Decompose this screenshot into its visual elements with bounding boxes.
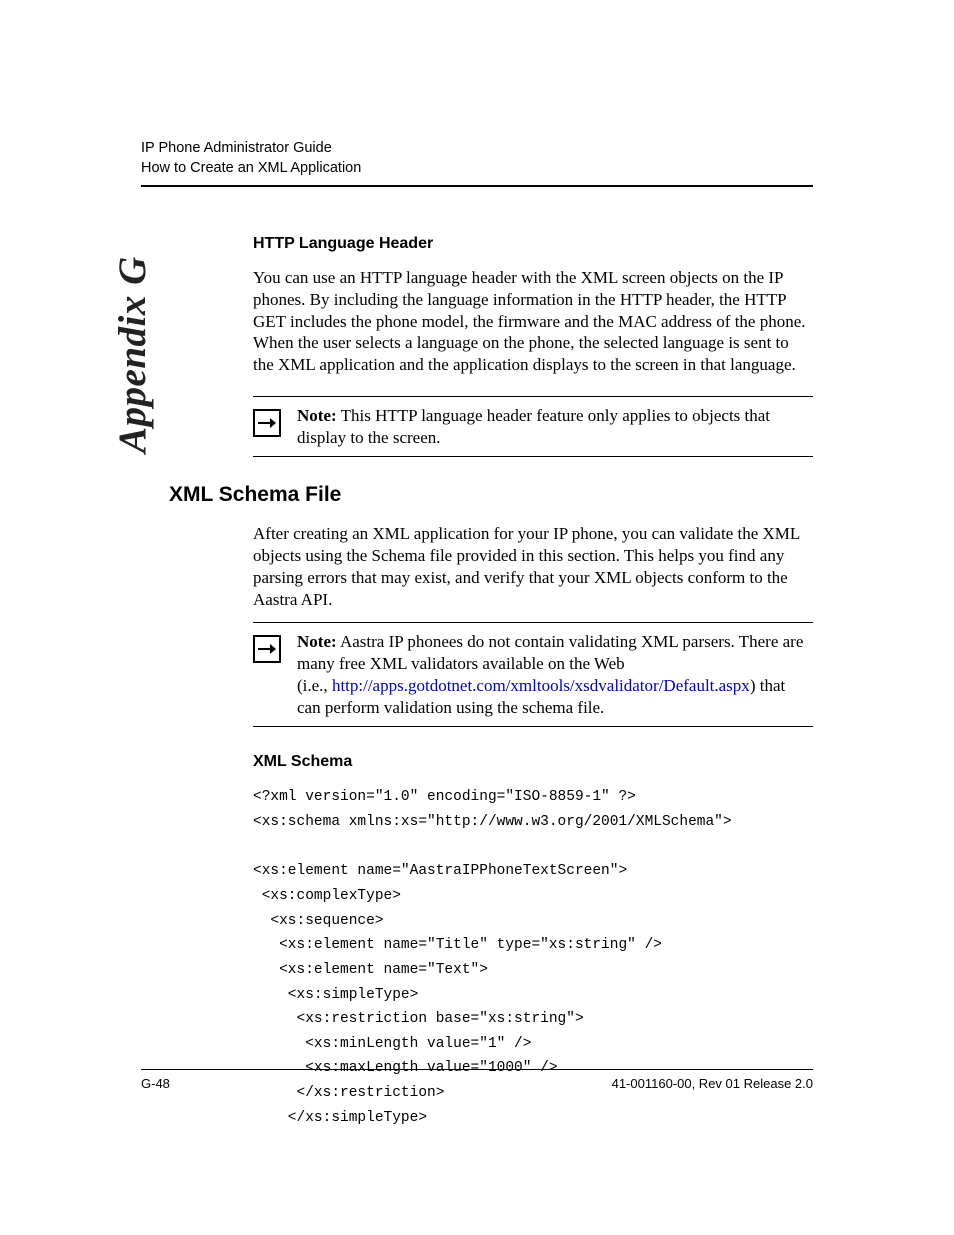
- heading-http-language-header: HTTP Language Header: [253, 235, 813, 253]
- page-footer: G-48 41-001160-00, Rev 01 Release 2.0: [141, 1069, 813, 1091]
- paragraph-text: You can use an HTTP language header with…: [253, 267, 813, 376]
- paragraph-schema-intro: After creating an XML application for yo…: [253, 523, 813, 610]
- note-link[interactable]: http://apps.gotdotnet.com/xmltools/xsdva…: [332, 676, 750, 695]
- running-head: IP Phone Administrator Guide How to Crea…: [141, 139, 813, 178]
- note-arrow-icon: [253, 409, 281, 437]
- header-rule: [141, 185, 813, 187]
- note-text-2: Note: Aastra IP phonees do not contain v…: [297, 631, 813, 718]
- note-label: Note:: [297, 406, 337, 425]
- note-block-2: Note: Aastra IP phonees do not contain v…: [253, 622, 813, 727]
- heading-xml-schema: XML Schema: [253, 753, 813, 771]
- heading-xml-schema-file: XML Schema File: [169, 483, 813, 507]
- paragraph-http-language: You can use an HTTP language header with…: [253, 267, 813, 376]
- page-body: IP Phone Administrator Guide How to Crea…: [141, 139, 813, 1130]
- footer-page-number: G-48: [141, 1076, 170, 1091]
- note-body-a: Aastra IP phonees do not contain validat…: [297, 632, 803, 673]
- note-arrow-icon: [253, 635, 281, 663]
- running-head-line2: How to Create an XML Application: [141, 159, 813, 179]
- note-label: Note:: [297, 632, 337, 651]
- note-block-1: Note: This HTTP language header feature …: [253, 396, 813, 458]
- note-rule-bottom: [253, 726, 813, 727]
- note-text-1: Note: This HTTP language header feature …: [297, 405, 813, 449]
- paragraph-text: After creating an XML application for yo…: [253, 523, 813, 610]
- note-rule-bottom: [253, 456, 813, 457]
- note-body: This HTTP language header feature only a…: [297, 406, 770, 447]
- note-prefix: (i.e.,: [297, 676, 332, 695]
- footer-doc-id: 41-001160-00, Rev 01 Release 2.0: [612, 1076, 813, 1091]
- running-head-line1: IP Phone Administrator Guide: [141, 139, 813, 159]
